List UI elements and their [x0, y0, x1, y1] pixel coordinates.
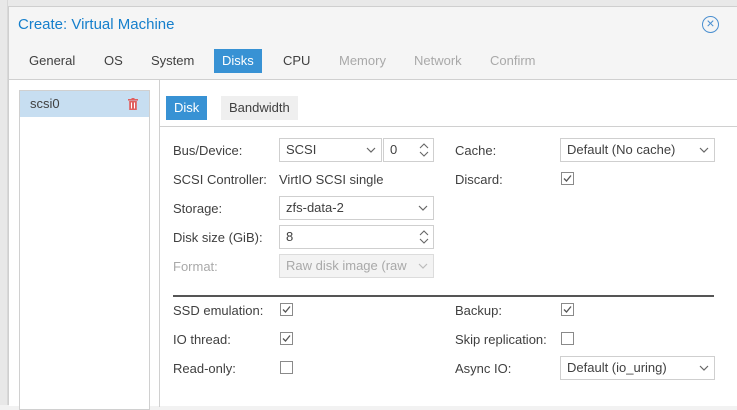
bus-device-label: Bus/Device:: [173, 143, 243, 158]
skip-replication-checkbox[interactable]: [561, 332, 574, 345]
tab-disks[interactable]: Disks: [214, 49, 262, 73]
spinner-arrows-icon[interactable]: [419, 229, 429, 245]
list-item[interactable]: scsi0: [20, 91, 149, 117]
chevron-down-icon: [699, 147, 709, 153]
cache-value: Default (No cache): [567, 142, 676, 157]
subtab-disk[interactable]: Disk: [166, 96, 208, 120]
chevron-down-icon: [699, 365, 709, 371]
section-divider: [173, 295, 714, 297]
tab-confirm: Confirm: [490, 53, 536, 68]
wizard-tabs: General OS System Disks CPU Memory Netwo…: [9, 49, 737, 73]
disk-size-label: Disk size (GiB):: [173, 230, 263, 245]
io-thread-checkbox[interactable]: [280, 332, 293, 345]
subtab-bandwidth[interactable]: Bandwidth: [221, 96, 298, 120]
tab-memory: Memory: [339, 53, 386, 68]
discard-label: Discard:: [455, 172, 503, 187]
checkmark-icon: [563, 175, 572, 182]
device-stepper[interactable]: 0: [383, 138, 434, 162]
chevron-down-icon: [418, 205, 428, 211]
async-io-select[interactable]: Default (io_uring): [560, 356, 715, 380]
backup-label: Backup:: [455, 303, 502, 318]
dialog-title: Create: Virtual Machine: [18, 16, 175, 33]
skip-replication-label: Skip replication:: [455, 332, 547, 347]
async-io-value: Default (io_uring): [567, 360, 667, 375]
close-icon[interactable]: ×: [702, 16, 719, 33]
backup-checkbox[interactable]: [561, 303, 574, 316]
chevron-down-icon: [418, 263, 428, 269]
format-value: Raw disk image (raw: [286, 258, 407, 273]
disk-item-label: scsi0: [30, 96, 60, 111]
discard-checkbox[interactable]: [561, 172, 574, 185]
tab-os[interactable]: OS: [96, 49, 131, 73]
chevron-down-icon: [366, 147, 376, 153]
tab-network: Network: [414, 53, 462, 68]
cache-select[interactable]: Default (No cache): [560, 138, 715, 162]
storage-label: Storage:: [173, 201, 223, 216]
storage-select[interactable]: zfs-data-2: [279, 196, 434, 220]
bus-select[interactable]: SCSI: [279, 138, 382, 162]
format-label: Format:: [173, 259, 218, 274]
disk-size-stepper[interactable]: 8: [279, 225, 434, 249]
read-only-label: Read-only:: [173, 361, 236, 376]
checkmark-icon: [282, 335, 291, 342]
dialog-titlebar: Create: Virtual Machine ×: [9, 7, 737, 43]
trash-icon[interactable]: [128, 98, 138, 110]
scsi-controller-value: VirtIO SCSI single: [279, 172, 384, 187]
tab-general[interactable]: General: [21, 49, 83, 73]
ssd-emulation-label: SSD emulation:: [173, 303, 264, 318]
dialog-body: scsi0 Disk Bandwidth Bus/Device: SCSI 0 …: [9, 79, 737, 410]
checkmark-icon: [563, 306, 572, 313]
scsi-controller-label: SCSI Controller:: [173, 172, 267, 187]
background-left-strip: [0, 0, 8, 405]
format-select: Raw disk image (raw: [279, 254, 434, 278]
disk-config-panel: Disk Bandwidth Bus/Device: SCSI 0 SCSI C…: [159, 80, 737, 407]
cache-label: Cache:: [455, 143, 497, 158]
create-vm-dialog: Create: Virtual Machine × General OS Sys…: [8, 6, 737, 410]
io-thread-label: IO thread:: [173, 332, 231, 347]
ssd-emulation-checkbox[interactable]: [280, 303, 293, 316]
tab-cpu[interactable]: CPU: [275, 49, 318, 73]
async-io-label: Async IO:: [455, 361, 512, 376]
subtab-divider: [160, 126, 737, 127]
disk-list: scsi0: [19, 90, 150, 410]
tab-system[interactable]: System: [143, 49, 202, 73]
storage-value: zfs-data-2: [286, 200, 344, 215]
disk-size-value: 8: [286, 229, 294, 244]
spinner-arrows-icon[interactable]: [419, 142, 429, 158]
checkmark-icon: [282, 306, 291, 313]
read-only-checkbox[interactable]: [280, 361, 293, 374]
